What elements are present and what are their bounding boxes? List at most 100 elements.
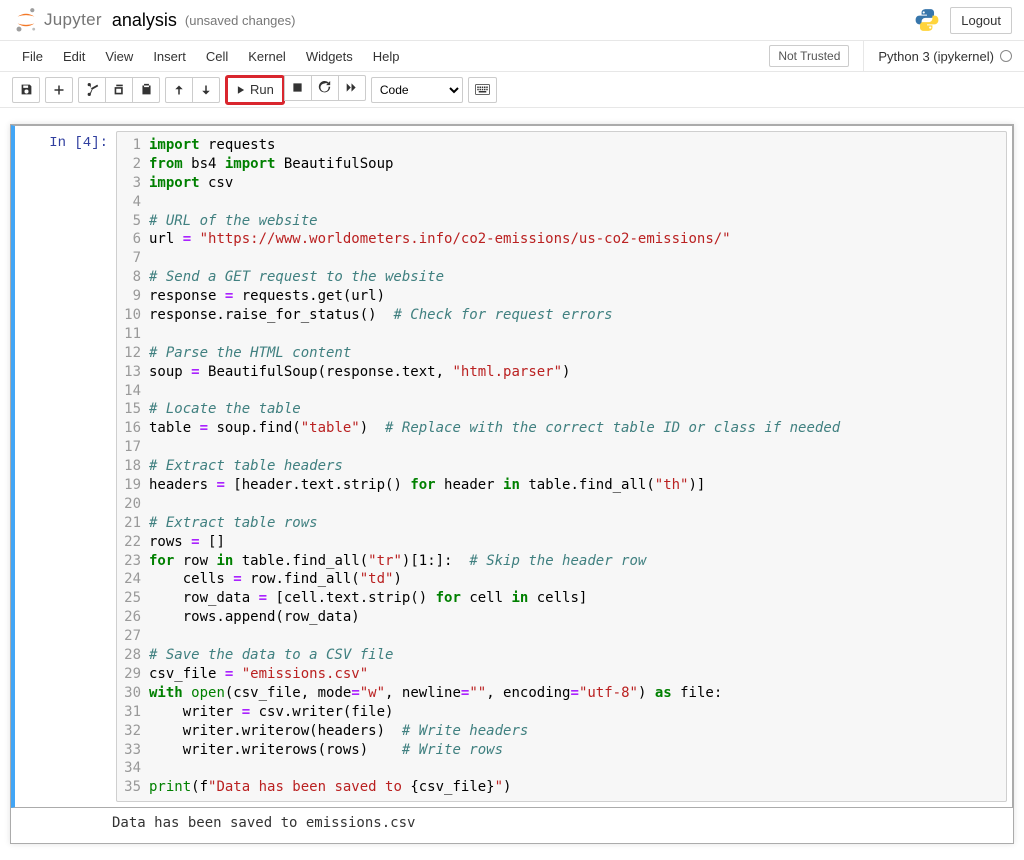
- code-text[interactable]: response = requests.get(url): [149, 287, 1006, 306]
- code-line[interactable]: 27: [117, 627, 1006, 646]
- code-text[interactable]: [149, 193, 1006, 212]
- code-line[interactable]: 22rows = []: [117, 533, 1006, 552]
- code-line[interactable]: 19headers = [header.text.strip() for hea…: [117, 476, 1006, 495]
- code-text[interactable]: for row in table.find_all("tr")[1:]: # S…: [149, 552, 1006, 571]
- code-line[interactable]: 10response.raise_for_status() # Check fo…: [117, 306, 1006, 325]
- command-palette-button[interactable]: [468, 77, 497, 103]
- menu-widgets[interactable]: Widgets: [296, 43, 363, 70]
- move-down-button[interactable]: [192, 77, 220, 103]
- code-line[interactable]: 32 writer.writerow(headers) # Write head…: [117, 722, 1006, 741]
- code-text[interactable]: [149, 495, 1006, 514]
- menu-insert[interactable]: Insert: [143, 43, 196, 70]
- code-line[interactable]: 18# Extract table headers: [117, 457, 1006, 476]
- code-text[interactable]: row_data = [cell.text.strip() for cell i…: [149, 589, 1006, 608]
- code-text[interactable]: from bs4 import BeautifulSoup: [149, 155, 1006, 174]
- code-text[interactable]: print(f"Data has been saved to {csv_file…: [149, 778, 1006, 797]
- menu-cell[interactable]: Cell: [196, 43, 238, 70]
- code-line[interactable]: 34: [117, 759, 1006, 778]
- code-line[interactable]: 21# Extract table rows: [117, 514, 1006, 533]
- menu-edit[interactable]: Edit: [53, 43, 95, 70]
- trusted-indicator[interactable]: Not Trusted: [769, 45, 849, 67]
- code-cell[interactable]: In [4]: 1import requests2from bs4 import…: [11, 125, 1013, 808]
- code-line[interactable]: 8# Send a GET request to the website: [117, 268, 1006, 287]
- code-line[interactable]: 20: [117, 495, 1006, 514]
- code-text[interactable]: headers = [header.text.strip() for heade…: [149, 476, 1006, 495]
- code-line[interactable]: 1import requests: [117, 136, 1006, 155]
- code-line[interactable]: 23for row in table.find_all("tr")[1:]: #…: [117, 552, 1006, 571]
- code-line[interactable]: 24 cells = row.find_all("td"): [117, 570, 1006, 589]
- move-up-button[interactable]: [165, 77, 193, 103]
- code-line[interactable]: 5# URL of the website: [117, 212, 1006, 231]
- code-line[interactable]: 35print(f"Data has been saved to {csv_fi…: [117, 778, 1006, 797]
- code-input-area[interactable]: 1import requests2from bs4 import Beautif…: [116, 131, 1007, 802]
- code-text[interactable]: [149, 325, 1006, 344]
- code-text[interactable]: url = "https://www.worldometers.info/co2…: [149, 230, 1006, 249]
- code-text[interactable]: soup = BeautifulSoup(response.text, "htm…: [149, 363, 1006, 382]
- code-text[interactable]: # Locate the table: [149, 400, 1006, 419]
- add-cell-button[interactable]: [45, 77, 73, 103]
- line-number: 12: [117, 344, 149, 363]
- code-text[interactable]: [149, 438, 1006, 457]
- code-line[interactable]: 2from bs4 import BeautifulSoup: [117, 155, 1006, 174]
- code-line[interactable]: 4: [117, 193, 1006, 212]
- code-text[interactable]: import requests: [149, 136, 1006, 155]
- code-text[interactable]: # Send a GET request to the website: [149, 268, 1006, 287]
- code-text[interactable]: writer.writerow(headers) # Write headers: [149, 722, 1006, 741]
- line-number: 34: [117, 759, 149, 778]
- jupyter-logo[interactable]: Jupyter: [12, 6, 102, 34]
- code-text[interactable]: [149, 759, 1006, 778]
- save-button[interactable]: [12, 77, 40, 103]
- menu-kernel[interactable]: Kernel: [238, 43, 296, 70]
- code-text[interactable]: # Extract table headers: [149, 457, 1006, 476]
- code-line[interactable]: 31 writer = csv.writer(file): [117, 703, 1006, 722]
- code-text[interactable]: table = soup.find("table") # Replace wit…: [149, 419, 1006, 438]
- code-line[interactable]: 28# Save the data to a CSV file: [117, 646, 1006, 665]
- code-text[interactable]: import csv: [149, 174, 1006, 193]
- code-text[interactable]: response.raise_for_status() # Check for …: [149, 306, 1006, 325]
- code-line[interactable]: 15# Locate the table: [117, 400, 1006, 419]
- code-text[interactable]: # Parse the HTML content: [149, 344, 1006, 363]
- code-line[interactable]: 30with open(csv_file, mode="w", newline=…: [117, 684, 1006, 703]
- celltype-select[interactable]: Code: [371, 77, 463, 103]
- code-line[interactable]: 13soup = BeautifulSoup(response.text, "h…: [117, 363, 1006, 382]
- kernel-indicator[interactable]: Python 3 (ipykernel): [863, 41, 1012, 71]
- code-text[interactable]: writer = csv.writer(file): [149, 703, 1006, 722]
- logout-button[interactable]: Logout: [950, 7, 1012, 34]
- notebook-name[interactable]: analysis: [112, 10, 177, 31]
- code-line[interactable]: 16table = soup.find("table") # Replace w…: [117, 419, 1006, 438]
- code-line[interactable]: 3import csv: [117, 174, 1006, 193]
- code-line[interactable]: 14: [117, 382, 1006, 401]
- interrupt-button[interactable]: [284, 75, 312, 101]
- code-line[interactable]: 7: [117, 249, 1006, 268]
- code-text[interactable]: [149, 627, 1006, 646]
- menu-file[interactable]: File: [12, 43, 53, 70]
- code-line[interactable]: 17: [117, 438, 1006, 457]
- code-line[interactable]: 25 row_data = [cell.text.strip() for cel…: [117, 589, 1006, 608]
- code-text[interactable]: csv_file = "emissions.csv": [149, 665, 1006, 684]
- paste-button[interactable]: [132, 77, 160, 103]
- menu-help[interactable]: Help: [363, 43, 410, 70]
- cut-button[interactable]: [78, 77, 106, 103]
- code-text[interactable]: [149, 382, 1006, 401]
- code-text[interactable]: # Save the data to a CSV file: [149, 646, 1006, 665]
- restart-button[interactable]: [311, 75, 339, 101]
- code-text[interactable]: rows.append(row_data): [149, 608, 1006, 627]
- code-text[interactable]: [149, 249, 1006, 268]
- code-line[interactable]: 33 writer.writerows(rows) # Write rows: [117, 741, 1006, 760]
- code-text[interactable]: with open(csv_file, mode="w", newline=""…: [149, 684, 1006, 703]
- run-button[interactable]: Run: [225, 75, 285, 105]
- code-line[interactable]: 9response = requests.get(url): [117, 287, 1006, 306]
- code-line[interactable]: 12# Parse the HTML content: [117, 344, 1006, 363]
- code-text[interactable]: cells = row.find_all("td"): [149, 570, 1006, 589]
- code-text[interactable]: rows = []: [149, 533, 1006, 552]
- code-text[interactable]: # Extract table rows: [149, 514, 1006, 533]
- copy-button[interactable]: [105, 77, 133, 103]
- menu-view[interactable]: View: [95, 43, 143, 70]
- code-line[interactable]: 29csv_file = "emissions.csv": [117, 665, 1006, 684]
- code-line[interactable]: 11: [117, 325, 1006, 344]
- restart-run-all-button[interactable]: [338, 75, 366, 101]
- code-text[interactable]: # URL of the website: [149, 212, 1006, 231]
- code-text[interactable]: writer.writerows(rows) # Write rows: [149, 741, 1006, 760]
- code-line[interactable]: 6url = "https://www.worldometers.info/co…: [117, 230, 1006, 249]
- code-line[interactable]: 26 rows.append(row_data): [117, 608, 1006, 627]
